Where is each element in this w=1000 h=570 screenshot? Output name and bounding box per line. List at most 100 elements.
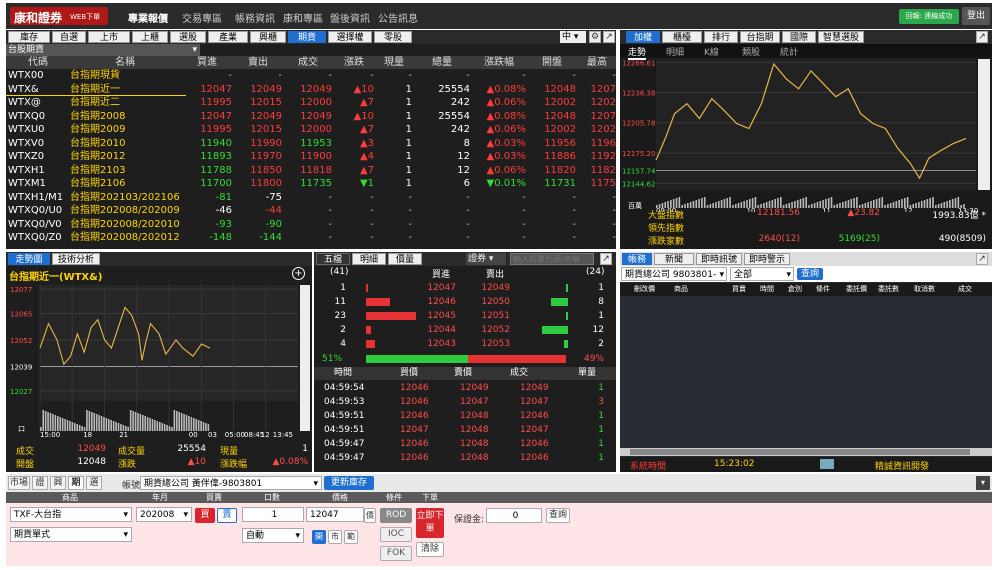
market-tab-0[interactable]: 市場 — [8, 476, 30, 490]
bid-price[interactable]: 12044 — [420, 323, 456, 337]
quote-row[interactable]: WTXQ0/U0 台指期202008/202009 -46 -44 - - - - - - - — [6, 204, 616, 217]
scrollbar-thumb[interactable] — [630, 449, 970, 455]
ask-price[interactable]: 12053 — [474, 337, 510, 351]
bid-price[interactable]: 12043 — [420, 337, 456, 351]
month-select[interactable]: 202008 ▾ — [136, 507, 192, 522]
tab-quote-2[interactable]: 上市 — [88, 31, 130, 43]
ask-price[interactable]: 12049 — [474, 281, 510, 295]
nav-kanghe[interactable]: 康和專區 — [283, 10, 323, 25]
order-col-header[interactable]: 條件 — [816, 283, 830, 296]
quote-row[interactable]: WTX@ 台指期近二 11995 12015 12000 ▲7 1 242 ▲0.06% 1200… — [6, 96, 616, 109]
quote-col-header[interactable]: 賣出 — [234, 56, 282, 69]
tab-quote-8[interactable]: 選擇權 — [328, 31, 372, 43]
popout-icon[interactable]: ↗ — [976, 31, 988, 43]
nav-trade[interactable]: 交易專區 — [182, 10, 222, 25]
order-col-header[interactable]: 商品 — [674, 283, 688, 296]
tab-quote-6[interactable]: 興櫃 — [250, 31, 286, 43]
quote-col-header[interactable]: 最高 — [578, 56, 616, 69]
category-select[interactable]: 台股期貨 ▾ — [6, 44, 200, 56]
order-col-header[interactable]: 倉別 — [788, 283, 802, 296]
tab-quote-0[interactable]: 庫存 — [8, 31, 50, 43]
tab-index-4[interactable]: 國際 — [782, 31, 816, 43]
order-col-header[interactable]: 買賣 — [732, 283, 746, 296]
order-col-header[interactable]: 成交 — [958, 283, 972, 296]
margin-query-button[interactable]: 查詢 — [546, 508, 570, 523]
buy-button[interactable]: 買 — [195, 508, 215, 523]
tab-index-0[interactable]: 加權 — [626, 31, 660, 43]
account-select[interactable]: 期貨總公司 9803801- ▾ — [621, 267, 727, 281]
index-scrollbar[interactable] — [978, 59, 990, 190]
quote-row[interactable]: WTXU0 台指期2009 11995 12015 12000 ▲7 1 242 ▲0.06% 1… — [6, 123, 616, 136]
tab-quote-1[interactable]: 自選 — [52, 31, 86, 43]
price-mode-open[interactable]: 開 — [312, 530, 326, 544]
price-mode-range[interactable]: 範 — [344, 530, 358, 544]
tab-quote-7[interactable]: 期貨 — [288, 31, 326, 43]
quote-row[interactable]: WTXH1/M1 台指期202103/202106 -81 -75 - - - - - - - — [6, 191, 616, 204]
order-col-header[interactable]: 取消數 — [914, 283, 935, 296]
cond-fok-button[interactable]: FOK — [380, 546, 412, 561]
bid-price[interactable]: 12047 — [420, 281, 456, 295]
order-account-select[interactable]: 期貨總公司 黃伴偉-9803801 ▾ — [140, 476, 322, 490]
security-select[interactable]: 證券 ▾ — [466, 253, 506, 265]
quote-row[interactable]: WTX& 台指期近一 12047 12049 12049 ▲10 1 25554 ▲0.08% 1… — [6, 83, 616, 96]
price-input[interactable]: 12047 — [306, 507, 364, 522]
market-tab-3[interactable]: 期 — [68, 476, 84, 490]
tab-account-3[interactable]: 即時警示 — [744, 253, 790, 265]
add-icon[interactable]: + — [292, 267, 305, 280]
margin-input[interactable]: 0 — [486, 508, 542, 523]
tab-depth-1[interactable]: 明細 — [352, 253, 386, 265]
quote-row[interactable]: WTXQ0/Z0 台指期202008/202012 -148 -144 - - - - - - - — [6, 231, 616, 244]
popout-icon[interactable]: ↗ — [603, 31, 615, 43]
cond-rod-button[interactable]: ROD — [380, 508, 412, 523]
nav-notice[interactable]: 公告訊息 — [378, 10, 418, 25]
nav-quote[interactable]: 專業報價 — [128, 10, 168, 25]
quote-col-header[interactable]: 代碼 — [8, 56, 68, 69]
quote-col-header[interactable]: 買進 — [182, 56, 232, 69]
popout-icon[interactable]: ↗ — [600, 253, 612, 265]
tab-index-2[interactable]: 排行 — [704, 31, 738, 43]
market-tab-2[interactable]: 興 — [50, 476, 66, 490]
quote-col-header[interactable]: 現量 — [376, 56, 412, 69]
depth-level-row[interactable]: 2 12044 12052 12 — [314, 323, 616, 337]
tab-index-5[interactable]: 智慧選股 — [818, 31, 864, 43]
ask-price[interactable]: 12051 — [474, 309, 510, 323]
tab-quote-5[interactable]: 產業 — [208, 31, 248, 43]
order-col-header[interactable]: 刪改價 — [634, 283, 655, 296]
ask-price[interactable]: 12050 — [474, 295, 510, 309]
refresh-inventory-button[interactable]: 更新庫存 — [324, 476, 374, 490]
quote-row[interactable]: WTXM1 台指期2106 11700 11800 11735 ▼1 1 6 ▼0.01% 117… — [6, 177, 616, 190]
order-col-header[interactable]: 委託價 — [846, 283, 867, 296]
quote-col-header[interactable]: 總量 — [414, 56, 470, 69]
tab-account-2[interactable]: 即時訊號 — [696, 253, 742, 265]
nav-afterhours[interactable]: 盤後資訊 — [330, 10, 370, 25]
tab-quote-9[interactable]: 零股 — [374, 31, 412, 43]
zoom-select[interactable]: 中 ▾ — [560, 31, 586, 43]
clear-button[interactable]: 清除 — [416, 542, 444, 557]
nav-account[interactable]: 帳務資訊 — [235, 10, 275, 25]
account-query-button[interactable]: 查詢 — [797, 268, 823, 280]
tab-trend-0[interactable]: 走勢圖 — [8, 253, 50, 265]
depth-level-row[interactable]: 1 12047 12049 1 — [314, 281, 616, 295]
tab-quote-4[interactable]: 選股 — [170, 31, 206, 43]
filter-select[interactable]: 全部 ▾ — [730, 267, 794, 281]
tab-account-0[interactable]: 帳務 — [622, 253, 652, 265]
logout-button[interactable]: 登出 — [962, 7, 990, 25]
depth-level-row[interactable]: 11 12046 12050 8 — [314, 295, 616, 309]
tab-index-3[interactable]: 台指期 — [740, 31, 780, 43]
depth-level-row[interactable]: 4 12043 12053 2 — [314, 337, 616, 351]
quote-col-header[interactable]: 成交 — [284, 56, 332, 69]
cond-ioc-button[interactable]: IOC — [380, 527, 412, 542]
product-select[interactable]: TXF-大台指 ▾ — [10, 507, 132, 522]
market-tab-1[interactable]: 證 — [32, 476, 48, 490]
quote-row[interactable]: WTXH1 台指期2103 11788 11850 11818 ▲7 1 12 ▲0.06% 11… — [6, 164, 616, 177]
settings-icon[interactable]: ⚙ — [589, 31, 601, 43]
stock-search-input[interactable] — [510, 253, 594, 265]
price-type-button[interactable]: 價 — [364, 508, 376, 523]
tab-account-1[interactable]: 新聞 — [654, 253, 694, 265]
tab-trend-1[interactable]: 技術分析 — [52, 253, 100, 265]
quote-col-header[interactable]: 名稱 — [70, 56, 180, 69]
order-col-header[interactable]: 委託數 — [878, 283, 899, 296]
bid-price[interactable]: 12046 — [420, 295, 456, 309]
tab-depth-2[interactable]: 價量 — [388, 253, 422, 265]
quote-row[interactable]: WTXQ0 台指期2008 12047 12049 12049 ▲10 1 25554 ▲0.0… — [6, 110, 616, 123]
